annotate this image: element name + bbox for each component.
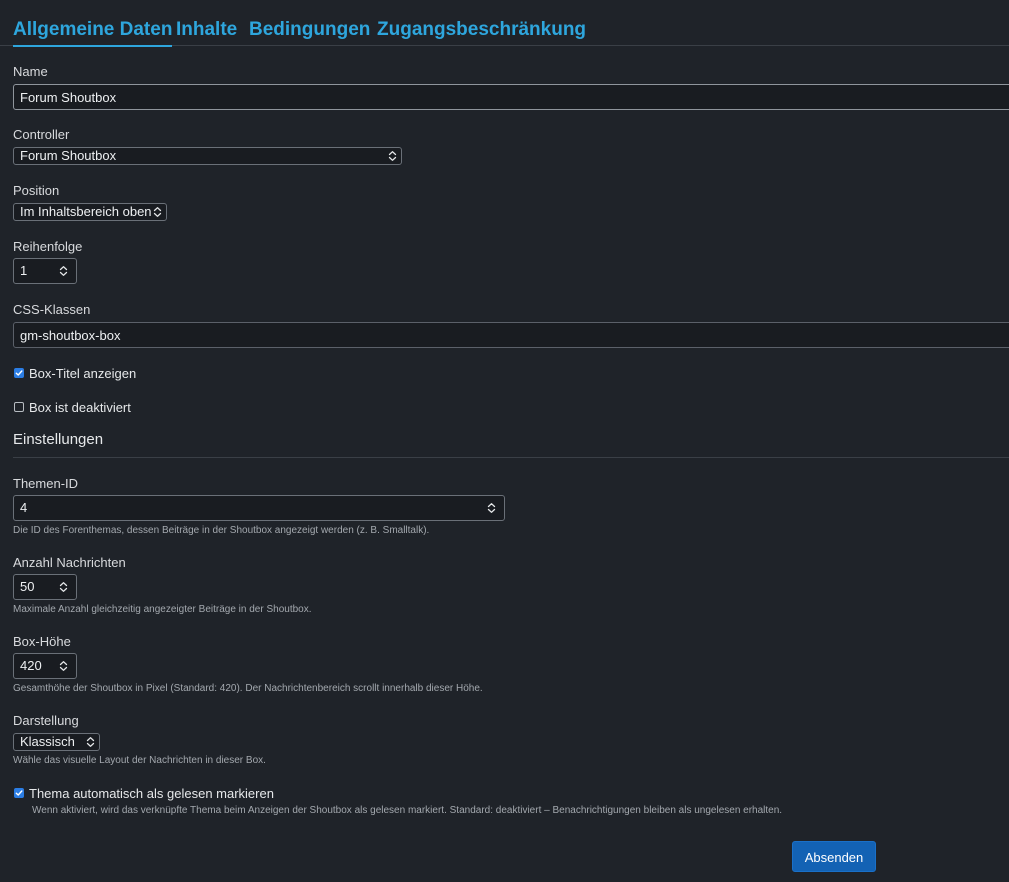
chevron-up-down-icon[interactable] xyxy=(59,266,68,277)
order-value: 1 xyxy=(20,263,28,278)
controller-label: Controller xyxy=(13,127,70,142)
order-stepper[interactable]: 1 xyxy=(13,258,77,284)
checkmark-icon xyxy=(15,790,23,796)
chevron-up-down-icon[interactable] xyxy=(59,582,68,593)
topic-id-label: Themen-ID xyxy=(13,476,79,491)
message-count-stepper[interactable]: 50 xyxy=(13,574,77,600)
topic-id-value: 4 xyxy=(20,500,28,515)
checkmark-icon xyxy=(15,370,23,376)
auto-read-help: Wenn aktiviert, wird das verknüpfte Them… xyxy=(32,805,783,816)
auto-read-checkbox[interactable] xyxy=(14,788,24,798)
chevron-up-down-icon xyxy=(153,207,162,217)
tab-zugangsbeschraenkung[interactable]: Zugangsbeschränkung xyxy=(377,18,586,45)
settings-divider xyxy=(13,457,1009,458)
box-height-value: 420 xyxy=(20,658,42,673)
name-label: Name xyxy=(13,64,48,79)
disabled-checkbox[interactable] xyxy=(14,402,24,412)
message-count-value: 50 xyxy=(20,579,35,594)
topic-id-help: Die ID des Forenthemas, dessen Beiträge … xyxy=(13,525,430,536)
position-label: Position xyxy=(13,183,60,198)
message-count-help: Maximale Anzahl gleichzeitig angezeigter… xyxy=(13,604,312,615)
chevron-up-down-icon[interactable] xyxy=(59,661,68,672)
show-title-checkbox-row[interactable]: Box-Titel anzeigen xyxy=(14,365,136,381)
tab-allgemeine-daten[interactable]: Allgemeine Daten xyxy=(13,18,173,47)
box-height-help: Gesamthöhe der Shoutbox in Pixel (Standa… xyxy=(13,683,483,694)
box-edit-form: Allgemeine Daten Inhalte Bedingungen Zug… xyxy=(0,0,1009,882)
position-select-value: Im Inhaltsbereich oben xyxy=(20,204,152,219)
tab-bar: Allgemeine Daten Inhalte Bedingungen Zug… xyxy=(0,0,1009,47)
position-select[interactable]: Im Inhaltsbereich oben xyxy=(13,203,167,221)
chevron-up-down-icon xyxy=(388,151,397,161)
message-count-label: Anzahl Nachrichten xyxy=(13,555,126,570)
disabled-label: Box ist deaktiviert xyxy=(29,399,131,415)
tab-inhalte[interactable]: Inhalte xyxy=(176,18,237,45)
controller-select[interactable]: Forum Shoutbox xyxy=(13,147,402,165)
order-label: Reihenfolge xyxy=(13,239,83,254)
display-help: Wähle das visuelle Layout der Nachrichte… xyxy=(13,755,266,766)
name-input[interactable] xyxy=(13,84,1009,110)
auto-read-label: Thema automatisch als gelesen markieren xyxy=(29,785,274,801)
chevron-up-down-icon xyxy=(86,737,95,747)
controller-select-value: Forum Shoutbox xyxy=(20,148,117,163)
display-select[interactable]: Klassisch xyxy=(13,733,100,751)
topic-id-stepper[interactable]: 4 xyxy=(13,495,505,521)
display-select-value: Klassisch xyxy=(20,734,75,749)
auto-read-checkbox-row[interactable]: Thema automatisch als gelesen markieren xyxy=(14,785,274,801)
display-label: Darstellung xyxy=(13,713,79,728)
css-classes-label: CSS-Klassen xyxy=(13,302,91,317)
disabled-checkbox-row[interactable]: Box ist deaktiviert xyxy=(14,399,131,415)
tab-bedingungen[interactable]: Bedingungen xyxy=(249,18,370,45)
show-title-label: Box-Titel anzeigen xyxy=(29,365,137,381)
show-title-checkbox[interactable] xyxy=(14,368,24,378)
box-height-label: Box-Höhe xyxy=(13,634,71,649)
chevron-up-down-icon[interactable] xyxy=(487,503,496,514)
settings-heading: Einstellungen xyxy=(13,431,104,448)
box-height-stepper[interactable]: 420 xyxy=(13,653,77,679)
submit-button[interactable]: Absenden xyxy=(792,841,876,872)
css-classes-input[interactable] xyxy=(13,322,1009,348)
